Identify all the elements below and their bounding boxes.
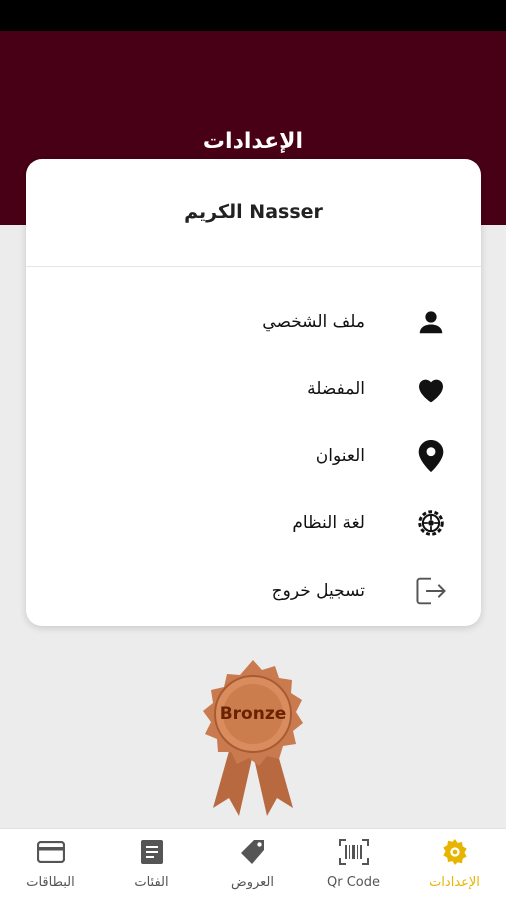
gear-icon xyxy=(413,505,449,541)
menu-item-label: العنوان xyxy=(315,446,365,466)
barcode-icon xyxy=(338,837,369,867)
menu-item-language[interactable]: لغة النظام xyxy=(26,497,481,549)
logout-icon xyxy=(413,573,449,609)
page-title: الإعدادات xyxy=(202,129,304,154)
nav-label: الإعدادات xyxy=(429,875,480,890)
person-icon xyxy=(413,304,449,340)
menu-item-favorites[interactable]: المفضلة xyxy=(26,363,481,415)
menu-item-profile[interactable]: ملف الشخصي xyxy=(26,296,481,348)
nav-label: العروض xyxy=(230,875,274,890)
menu-item-logout[interactable]: تسجيل خروج xyxy=(26,565,481,617)
menu-item-label: ملف الشخصي xyxy=(262,312,365,332)
heart-icon xyxy=(413,371,449,407)
settings-icon xyxy=(440,837,470,867)
location-pin-icon xyxy=(413,438,449,474)
settings-card: الكريم Nasser ملف الشخصي المفضلة العنوان… xyxy=(26,159,481,626)
status-bar xyxy=(0,0,506,31)
nav-label: Qr Code xyxy=(327,875,380,890)
bottom-nav: البطاقات الفئات العروض Qr Code الإعدادات xyxy=(0,828,506,900)
nav-label: البطاقات xyxy=(26,875,75,890)
menu-item-label: لغة النظام xyxy=(292,513,365,533)
nav-item-settings[interactable]: الإعدادات xyxy=(404,829,505,900)
badge-tier-label: Bronze xyxy=(219,704,287,724)
tag-icon xyxy=(238,837,268,867)
menu-item-label: المفضلة xyxy=(307,379,365,399)
divider xyxy=(26,266,481,267)
menu-item-address[interactable]: العنوان xyxy=(26,430,481,482)
credit-card-icon xyxy=(36,837,66,867)
nav-label: الفئات xyxy=(134,875,169,890)
nav-item-categories[interactable]: الفئات xyxy=(101,829,202,900)
nav-item-qr-code[interactable]: Qr Code xyxy=(303,829,404,900)
nav-item-offers[interactable]: العروض xyxy=(202,829,303,900)
nav-item-cards[interactable]: البطاقات xyxy=(0,829,101,900)
list-icon xyxy=(137,837,167,867)
menu-item-label: تسجيل خروج xyxy=(271,581,365,601)
user-name: الكريم Nasser xyxy=(184,201,323,223)
bronze-badge: Bronze xyxy=(193,658,313,818)
